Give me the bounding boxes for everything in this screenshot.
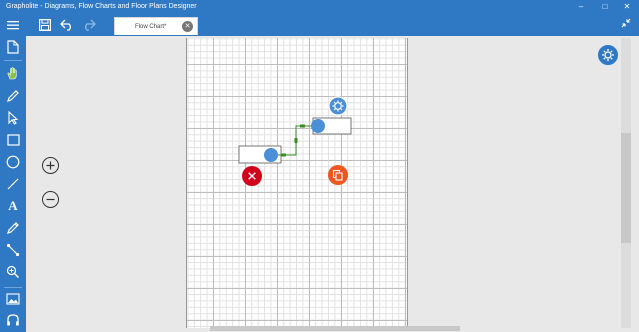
connector-handle[interactable] bbox=[281, 153, 286, 157]
undo-icon bbox=[60, 19, 71, 31]
new-document-icon bbox=[7, 40, 19, 54]
fullscreen-button[interactable] bbox=[619, 18, 633, 32]
sidebar-divider bbox=[4, 287, 22, 288]
pan-hand-icon bbox=[7, 67, 17, 80]
new-document-button[interactable] bbox=[3, 38, 23, 56]
drawing-canvas[interactable] bbox=[186, 38, 408, 328]
pencil-icon bbox=[7, 222, 19, 234]
insert-image-button[interactable] bbox=[3, 290, 23, 308]
window-title: Grapholite - Diagrams, Flow Charts and F… bbox=[6, 3, 197, 10]
pointer-icon bbox=[8, 111, 19, 125]
line-tool-button[interactable] bbox=[3, 175, 23, 193]
shape-settings-button[interactable] bbox=[328, 96, 348, 116]
redo-button[interactable] bbox=[79, 16, 99, 34]
image-icon bbox=[6, 293, 20, 305]
zoom-in-button[interactable] bbox=[42, 157, 59, 174]
fullscreen-icon bbox=[621, 18, 631, 28]
tool-sidebar: A bbox=[0, 36, 26, 332]
vertical-scrollbar-thumb[interactable] bbox=[621, 133, 631, 243]
horizontal-scrollbar-thumb[interactable] bbox=[210, 326, 460, 331]
toolbar bbox=[0, 14, 639, 36]
connector-handle[interactable] bbox=[294, 138, 298, 143]
zoom-tool-button[interactable] bbox=[3, 263, 23, 281]
canvas-settings-button[interactable] bbox=[597, 44, 619, 66]
save-button[interactable] bbox=[35, 16, 55, 34]
close-window-button[interactable]: ✕ bbox=[615, 0, 639, 14]
ellipse-icon bbox=[6, 155, 20, 169]
diagram-layer bbox=[238, 96, 352, 186]
pan-tool-button[interactable] bbox=[3, 64, 23, 82]
connection-point-node[interactable] bbox=[264, 148, 278, 162]
connector-icon bbox=[6, 243, 20, 257]
save-icon bbox=[39, 19, 51, 31]
connector-tool-button[interactable] bbox=[3, 241, 23, 259]
tab-flow-chart[interactable]: Flow Chart* ✕ bbox=[114, 17, 198, 35]
rectangle-tool-button[interactable] bbox=[3, 131, 23, 149]
text-tool-button[interactable]: A bbox=[3, 197, 23, 215]
pencil-tool-button[interactable] bbox=[3, 219, 23, 237]
minimize-button[interactable]: – bbox=[569, 0, 593, 14]
undo-button[interactable] bbox=[57, 16, 77, 34]
library-icon bbox=[7, 314, 19, 326]
sidebar-divider bbox=[4, 60, 22, 61]
pen-icon bbox=[7, 90, 19, 102]
shape-library-button[interactable] bbox=[3, 311, 23, 329]
rectangle-icon bbox=[6, 134, 20, 146]
ellipse-tool-button[interactable] bbox=[3, 153, 23, 171]
minus-icon bbox=[46, 198, 55, 201]
title-bar: Grapholite - Diagrams, Flow Charts and F… bbox=[0, 0, 639, 14]
delete-button[interactable] bbox=[242, 166, 262, 186]
maximize-button[interactable]: □ bbox=[593, 0, 617, 14]
redo-icon bbox=[85, 19, 96, 31]
zoom-out-button[interactable] bbox=[42, 191, 59, 208]
connection-point-node[interactable] bbox=[311, 119, 325, 133]
duplicate-button[interactable] bbox=[328, 165, 348, 185]
tab-close-icon[interactable]: ✕ bbox=[182, 21, 193, 32]
select-tool-button[interactable] bbox=[3, 109, 23, 127]
menu-icon bbox=[7, 21, 19, 30]
menu-button[interactable] bbox=[3, 16, 23, 34]
connector-handle[interactable] bbox=[300, 124, 305, 128]
freehand-pen-button[interactable] bbox=[3, 87, 23, 105]
gear-icon bbox=[602, 49, 614, 61]
line-icon bbox=[7, 178, 19, 190]
plus-icon bbox=[46, 161, 55, 170]
zoom-icon bbox=[6, 265, 19, 278]
text-icon: A bbox=[8, 198, 18, 213]
tab-label: Flow Chart* bbox=[135, 24, 167, 30]
